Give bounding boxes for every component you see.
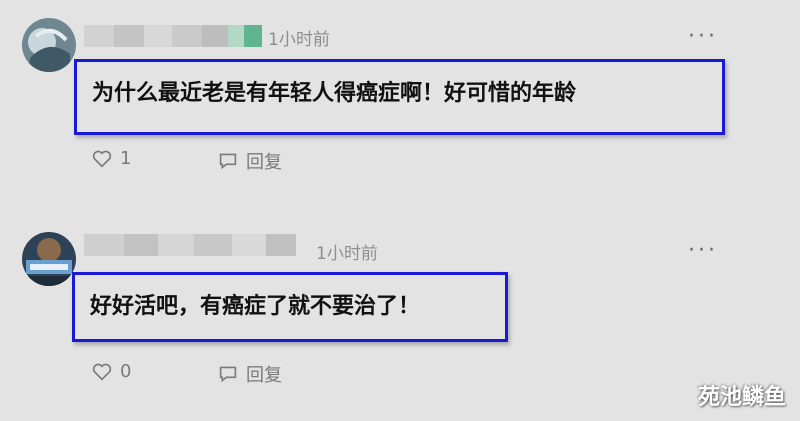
avatar-image bbox=[22, 232, 76, 286]
reply-button[interactable]: 回复 bbox=[218, 361, 282, 387]
more-options-icon[interactable]: ··· bbox=[688, 238, 718, 263]
watermark: 苑池鳞鱼 bbox=[697, 385, 786, 410]
reply-label: 回复 bbox=[246, 365, 282, 386]
comment-2: 1小时前 ··· 好好活吧，有癌症了就不要治了！ 0 回复 bbox=[0, 0, 800, 421]
like-button[interactable]: 0 bbox=[92, 361, 131, 382]
like-count: 0 bbox=[120, 361, 132, 382]
heart-icon bbox=[92, 363, 112, 381]
username-blurred[interactable] bbox=[84, 234, 296, 256]
comment-time: 1小时前 bbox=[316, 244, 378, 264]
comment-icon bbox=[219, 366, 237, 383]
comment-text: 好好活吧，有癌症了就不要治了！ bbox=[90, 294, 421, 319]
avatar[interactable] bbox=[22, 232, 76, 286]
